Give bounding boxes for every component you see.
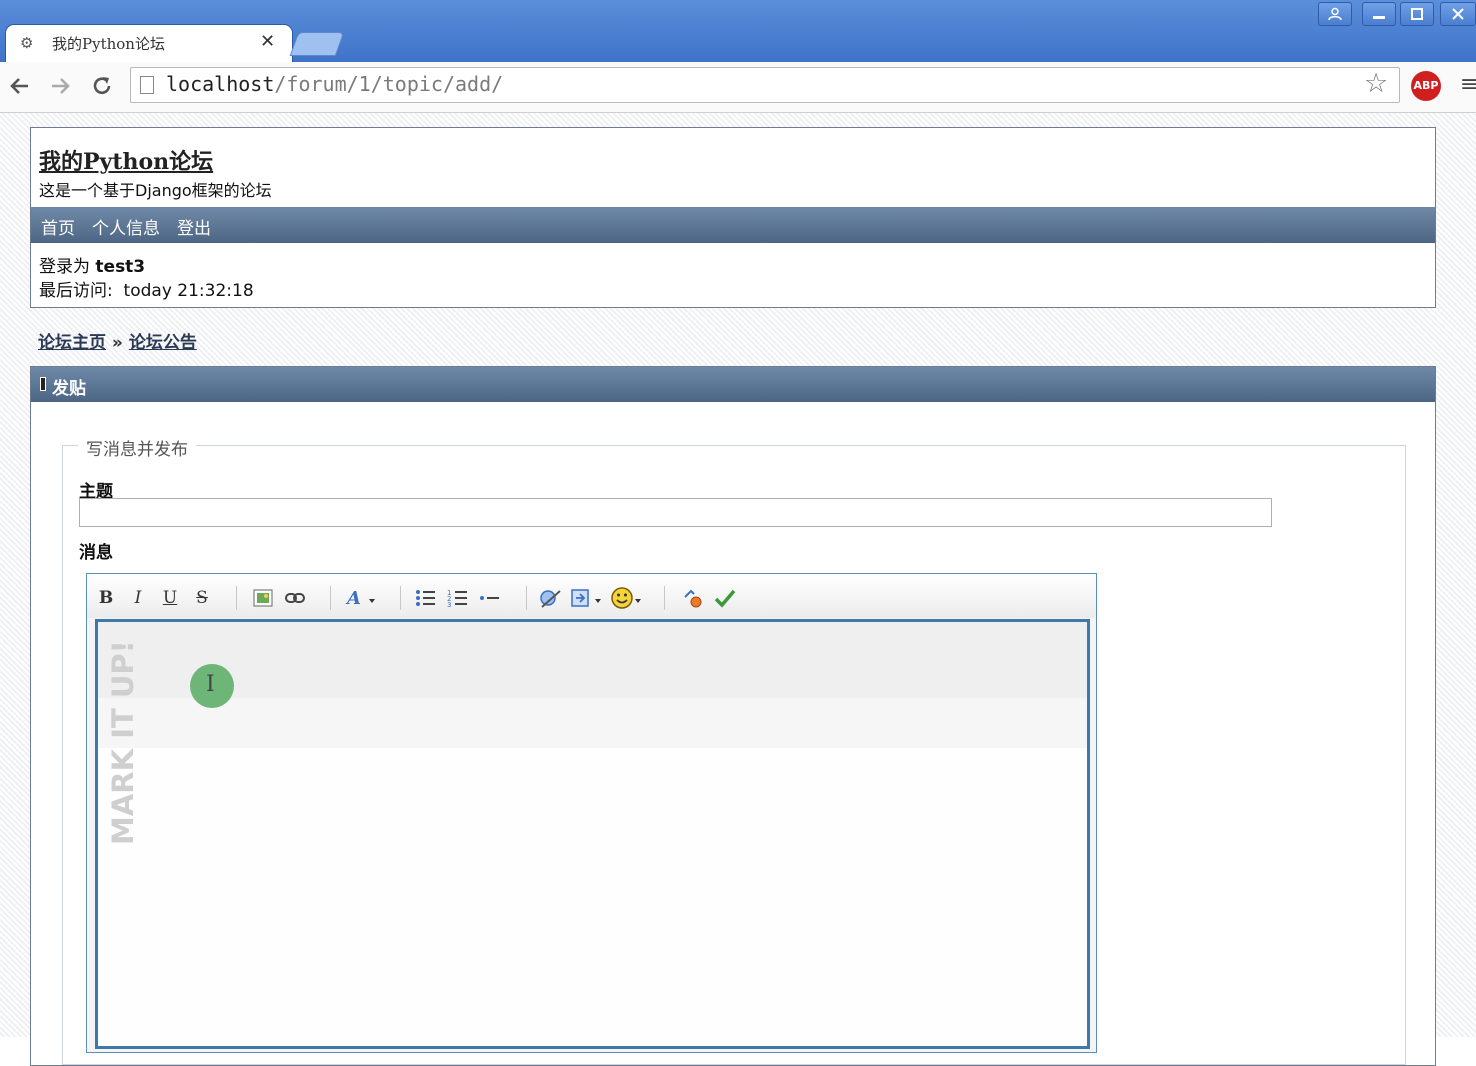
image-icon[interactable] [252,585,274,611]
login-status: 登录为 test3 [39,252,145,277]
list-item-icon[interactable] [478,585,502,611]
toolbar-separator [330,586,331,610]
tab-close-icon[interactable]: ✕ [260,31,275,52]
bulleted-list-icon[interactable] [414,585,438,611]
last-visit-value: today 21:32:18 [123,281,254,301]
message-label: 消息 [79,543,113,563]
collapse-icon[interactable] [40,377,46,391]
breadcrumb: 论坛主页 » 论坛公告 [38,328,197,353]
editor-watermark: MARK IT UP! [106,640,140,845]
message-textarea[interactable] [95,619,1090,1049]
url-host: localhost [166,72,275,96]
strikethrough-button[interactable]: S [192,585,212,611]
quote-icon[interactable] [538,585,564,611]
nav-home-link[interactable]: 首页 [41,214,75,239]
user-profile-icon[interactable] [1318,2,1352,26]
close-window-icon[interactable] [1440,2,1476,26]
code-icon[interactable] [570,585,606,611]
login-prefix: 登录为 [39,257,90,277]
username: test3 [95,257,146,277]
breadcrumb-home-link[interactable]: 论坛主页 [38,333,106,353]
site-title-link[interactable]: 我的Python论坛 [39,144,213,176]
underline-button[interactable]: U [160,585,180,611]
forward-arrow-icon[interactable] [42,68,78,104]
adblock-icon[interactable]: ABP [1411,71,1441,101]
breadcrumb-current-link[interactable]: 论坛公告 [129,333,197,353]
toolbar-separator [236,586,237,610]
main-nav-bar [31,207,1435,243]
bold-button[interactable]: B [96,585,116,611]
nav-logout-link[interactable]: 登出 [177,214,211,239]
svg-text:3: 3 [447,601,451,608]
post-panel-header [31,367,1435,402]
nav-profile-link[interactable]: 个人信息 [92,214,160,239]
fieldset-legend: 写消息并发布 [78,435,196,460]
tab-title: 我的Python论坛 [52,35,165,53]
maximize-window-icon[interactable] [1400,2,1434,26]
post-panel-title: 发贴 [52,379,86,399]
back-arrow-icon[interactable] [2,68,38,104]
svg-text:MARK IT UP!: MARK IT UP! [106,640,140,845]
toolbar-separator [400,586,401,610]
hamburger-menu-icon[interactable]: ≡ [1460,72,1476,97]
font-color-icon[interactable]: A [344,585,380,611]
new-tab-button[interactable] [289,32,345,56]
numbered-list-icon[interactable]: 123 [446,585,470,611]
clean-icon[interactable] [680,585,706,611]
reload-icon[interactable] [84,68,120,104]
last-visit: 最后访问: today 21:32:18 [39,276,254,301]
last-visit-label: 最后访问: [39,281,113,301]
text-cursor-icon: I [206,672,215,697]
preview-check-icon[interactable] [712,585,738,611]
italic-button[interactable]: I [128,585,148,611]
site-subtitle: 这是一个基于Django框架的论坛 [39,181,272,200]
page-icon [140,76,154,94]
breadcrumb-separator: » [111,333,123,353]
link-icon[interactable] [284,585,306,611]
svg-text:A: A [345,588,361,609]
url-text[interactable]: localhost/forum/1/topic/add/ [166,72,503,96]
minimize-window-icon[interactable] [1362,2,1396,26]
favicon-icon: ⚙ [20,34,34,52]
subject-input[interactable] [79,498,1272,527]
smiley-icon[interactable] [610,585,646,611]
url-path: /forum/1/topic/add/ [274,72,504,96]
star-icon[interactable]: ☆ [1364,68,1388,99]
toolbar-separator [664,586,665,610]
toolbar-separator [526,586,527,610]
